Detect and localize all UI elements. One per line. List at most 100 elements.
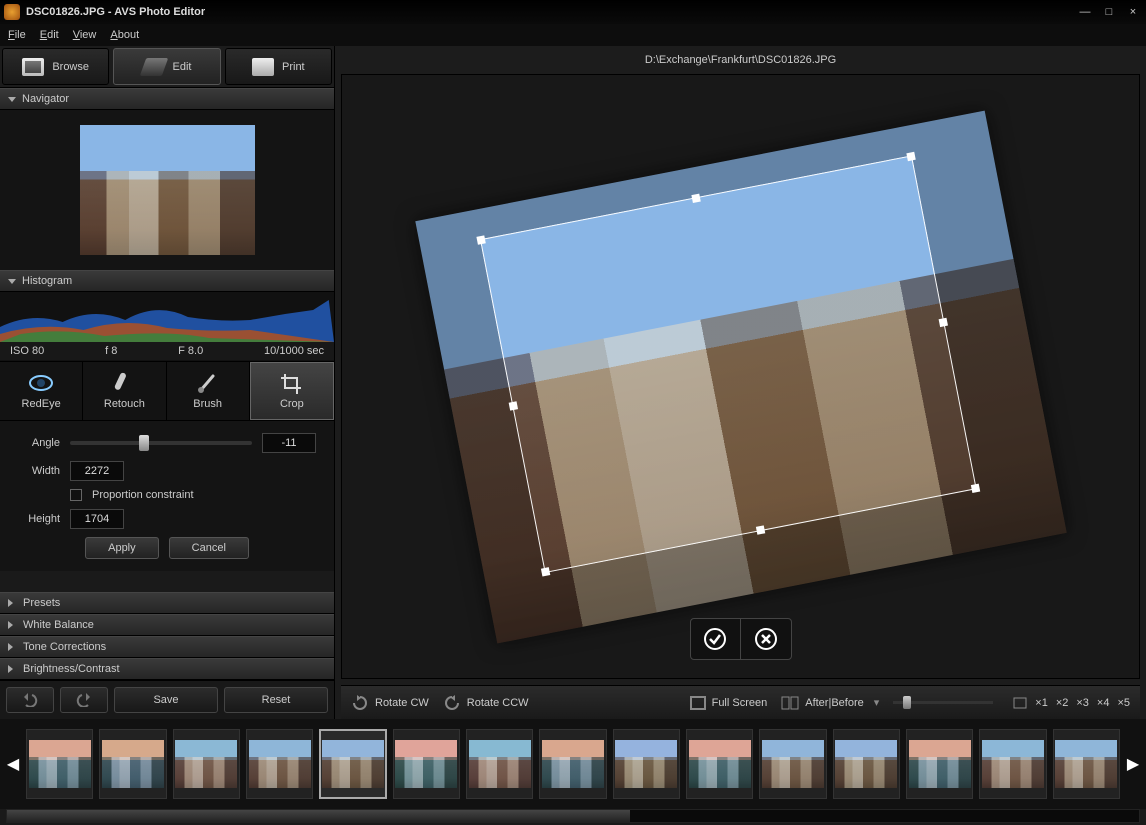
main-row: Browse Edit Print Navigator	[0, 46, 1146, 719]
reset-button[interactable]: Reset	[224, 687, 328, 713]
close-button[interactable]: ×	[1124, 6, 1142, 18]
mode-edit-label: Edit	[173, 61, 192, 73]
canvas[interactable]	[341, 74, 1140, 679]
meta-iso: ISO 80	[10, 345, 44, 357]
width-value[interactable]: 2272	[70, 461, 124, 481]
thumbnail-image	[542, 740, 604, 788]
angle-slider[interactable]	[70, 441, 252, 445]
brightness-contrast-label: Brightness/Contrast	[23, 663, 120, 675]
brush-icon	[195, 372, 221, 394]
fit-icon[interactable]	[1013, 697, 1027, 709]
cross-icon	[754, 627, 778, 651]
crop-handle[interactable]	[691, 193, 700, 202]
filmstrip-next[interactable]: ▶	[1126, 754, 1140, 774]
histogram-meta: ISO 80 f 8 F 8.0 10/1000 sec	[0, 342, 334, 360]
zoom-slider[interactable]	[893, 701, 993, 704]
navigator-preview[interactable]	[0, 110, 334, 270]
minimize-button[interactable]: —	[1076, 6, 1094, 18]
angle-value[interactable]: -11	[262, 433, 316, 453]
undo-row: Save Reset	[0, 680, 334, 719]
menu-view[interactable]: View	[73, 29, 97, 41]
proportion-checkbox[interactable]	[70, 489, 82, 501]
filmstrip-item[interactable]	[1053, 729, 1120, 799]
chevron-down-icon	[8, 279, 16, 284]
filmstrip-item[interactable]	[99, 729, 166, 799]
crop-handle[interactable]	[755, 525, 764, 534]
apply-button[interactable]: Apply	[85, 537, 159, 559]
filmstrip-item[interactable]	[173, 729, 240, 799]
presets-label: Presets	[23, 597, 60, 609]
angle-label: Angle	[18, 437, 60, 449]
full-screen-button[interactable]: Full Screen	[690, 696, 768, 710]
zoom-x1[interactable]: ×1	[1035, 697, 1048, 709]
tool-redeye[interactable]: RedEye	[0, 362, 83, 420]
filmstrip-item[interactable]	[26, 729, 93, 799]
menu-about[interactable]: About	[110, 29, 139, 41]
scrollbar-thumb[interactable]	[7, 810, 630, 822]
rotate-ccw-icon	[443, 694, 461, 712]
filmstrip-item[interactable]	[833, 729, 900, 799]
crop-handle[interactable]	[476, 235, 485, 244]
maximize-button[interactable]: □	[1100, 6, 1118, 18]
after-before-label: After|Before	[805, 697, 864, 709]
confirm-button[interactable]	[691, 619, 741, 659]
filmstrip: ◀ ▶	[0, 719, 1146, 809]
filmstrip-item[interactable]	[613, 729, 680, 799]
thumbnail-image	[1055, 740, 1117, 788]
menu-edit[interactable]: Edit	[40, 29, 59, 41]
mode-browse[interactable]: Browse	[2, 48, 109, 85]
after-before-button[interactable]: After|Before ▾	[781, 696, 879, 710]
zoom-x5[interactable]: ×5	[1117, 697, 1130, 709]
histogram-header[interactable]: Histogram	[0, 270, 334, 292]
tool-brush[interactable]: Brush	[167, 362, 250, 420]
rotate-ccw-button[interactable]: Rotate CCW	[443, 694, 529, 712]
undo-button[interactable]	[6, 687, 54, 713]
zoom-knob[interactable]	[903, 696, 911, 709]
filmstrip-item[interactable]	[906, 729, 973, 799]
tool-retouch[interactable]: Retouch	[83, 362, 166, 420]
filmstrip-item[interactable]	[759, 729, 826, 799]
print-icon	[252, 58, 274, 76]
zoom-x4[interactable]: ×4	[1097, 697, 1110, 709]
navigator-header[interactable]: Navigator	[0, 88, 334, 110]
tool-crop[interactable]: Crop	[250, 362, 334, 420]
zoom-x3[interactable]: ×3	[1076, 697, 1089, 709]
save-button[interactable]: Save	[114, 687, 218, 713]
cancel-button[interactable]: Cancel	[169, 537, 249, 559]
crop-handle[interactable]	[938, 317, 947, 326]
mode-print[interactable]: Print	[225, 48, 332, 85]
crop-handle[interactable]	[540, 567, 549, 576]
mode-edit[interactable]: Edit	[113, 48, 220, 85]
presets-header[interactable]: Presets	[0, 592, 334, 614]
thumbnail-image	[249, 740, 311, 788]
edit-icon	[139, 58, 168, 76]
filmstrip-item[interactable]	[979, 729, 1046, 799]
rotate-cw-label: Rotate CW	[375, 697, 429, 709]
crop-handle[interactable]	[906, 151, 915, 160]
zoom-x2[interactable]: ×2	[1056, 697, 1069, 709]
slider-knob[interactable]	[139, 435, 149, 451]
app-icon	[4, 4, 20, 20]
filmstrip-item[interactable]	[539, 729, 606, 799]
filmstrip-item[interactable]	[686, 729, 753, 799]
thumbnail-image	[175, 740, 237, 788]
filmstrip-item[interactable]	[393, 729, 460, 799]
crop-handle[interactable]	[508, 401, 517, 410]
menu-file[interactable]: File	[8, 29, 26, 41]
redo-button[interactable]	[60, 687, 108, 713]
filmstrip-item[interactable]	[246, 729, 313, 799]
white-balance-header[interactable]: White Balance	[0, 614, 334, 636]
rotated-image[interactable]	[415, 110, 1066, 643]
brightness-contrast-header[interactable]: Brightness/Contrast	[0, 658, 334, 680]
filmstrip-prev[interactable]: ◀	[6, 754, 20, 774]
meta-aperture: f 8	[105, 345, 117, 357]
height-value[interactable]: 1704	[70, 509, 124, 529]
reject-button[interactable]	[741, 619, 791, 659]
thumbnail-image	[982, 740, 1044, 788]
filmstrip-item[interactable]	[319, 729, 386, 799]
horizontal-scrollbar[interactable]	[6, 809, 1140, 823]
tone-corrections-header[interactable]: Tone Corrections	[0, 636, 334, 658]
filmstrip-item[interactable]	[466, 729, 533, 799]
rotate-cw-button[interactable]: Rotate CW	[351, 694, 429, 712]
crop-handle[interactable]	[970, 483, 979, 492]
